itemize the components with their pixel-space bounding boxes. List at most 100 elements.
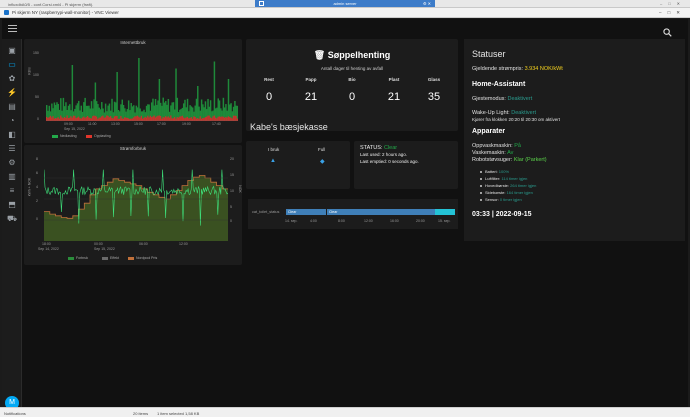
internet-chart-plot[interactable] bbox=[46, 51, 238, 121]
garbage-subtitle: Antall dager til henting av avfall bbox=[320, 66, 384, 71]
download-bar bbox=[227, 79, 230, 121]
upload-bar bbox=[166, 117, 168, 121]
upload-bar bbox=[104, 117, 107, 121]
cat-full-icon[interactable]: ◆ bbox=[320, 158, 325, 165]
y-tick: 150 bbox=[33, 51, 39, 55]
vnc-window-title: Pi skjerm NY (raspberrypi-wall-monitor) … bbox=[12, 10, 119, 15]
upload-bar bbox=[177, 117, 180, 121]
thermostat-icon[interactable]: ◔ bbox=[6, 115, 18, 127]
upload-bar bbox=[221, 116, 223, 121]
x-tick: 11:00 bbox=[88, 122, 97, 126]
robot-detail: Hovedbørste: 264 timer igjen bbox=[480, 183, 536, 188]
garbage-days-value: 21 bbox=[387, 91, 401, 103]
upload-bar bbox=[152, 116, 154, 121]
clipboard-icon[interactable]: ▥ bbox=[6, 171, 18, 183]
outer-window-controls[interactable]: –□✕ bbox=[660, 1, 686, 6]
download-bar bbox=[213, 61, 216, 121]
x-tick: 18:00 bbox=[42, 242, 51, 246]
garbage-title: 🗑 Søppelhenting bbox=[246, 50, 458, 61]
timeline-segment[interactable]: Clear bbox=[286, 209, 326, 215]
x-date: Sep 15, 2022 bbox=[94, 247, 115, 251]
in-use-label: I bruk bbox=[268, 147, 280, 152]
upload-bar bbox=[112, 118, 115, 121]
wake-up-light-note: Kjører fra klokken 20:20 til 20:30 om ak… bbox=[472, 117, 561, 122]
legend-item[interactable]: Opplasting bbox=[86, 134, 111, 138]
upload-bar bbox=[66, 115, 68, 121]
upload-bar bbox=[98, 117, 100, 121]
maximize-icon[interactable]: □ bbox=[668, 10, 677, 15]
upload-bar bbox=[95, 116, 98, 121]
wake-up-light[interactable]: Wake-Up Light: Deaktivert bbox=[472, 110, 536, 116]
ha-section-title: Home-Assistant bbox=[472, 81, 526, 88]
upload-bar bbox=[102, 115, 104, 121]
pet-icon[interactable]: ✿ bbox=[6, 73, 18, 85]
upload-bar bbox=[199, 116, 202, 121]
upload-bar bbox=[81, 117, 84, 121]
notifications-label[interactable]: Notifications bbox=[4, 411, 26, 416]
minimize-icon[interactable]: – bbox=[659, 10, 668, 15]
maximize-icon[interactable]: □ bbox=[668, 1, 676, 6]
download-bar bbox=[97, 104, 99, 121]
guest-mode[interactable]: Gjestemodus: Deaktivert bbox=[472, 96, 532, 102]
y-tick: 0 bbox=[36, 217, 38, 221]
upload-bar bbox=[106, 115, 108, 121]
legend-item[interactable]: Nordpool Pris bbox=[128, 256, 157, 260]
dishwasher-value: På bbox=[514, 143, 521, 149]
close-icon[interactable]: ✕ bbox=[677, 1, 686, 6]
upload-bar bbox=[130, 118, 132, 121]
upload-bar bbox=[57, 117, 59, 121]
legend-swatch bbox=[52, 134, 58, 138]
vnc-toolbar[interactable]: admin server ⚙ ✕ bbox=[255, 0, 435, 7]
explorer-status-bar: Notifications 20 items 1 item selected 1… bbox=[0, 407, 690, 417]
search-icon[interactable] bbox=[663, 24, 672, 37]
upload-bar bbox=[207, 115, 209, 121]
garbage-column-plast: Plast 21 bbox=[374, 77, 414, 103]
car-icon[interactable]: ◧ bbox=[6, 129, 18, 141]
lightning-icon[interactable]: ⚡ bbox=[6, 87, 18, 99]
timeline-segment-current[interactable] bbox=[435, 209, 455, 215]
legend-label: Nedlasting bbox=[60, 134, 77, 138]
upload-bar bbox=[220, 116, 222, 121]
legend-swatch bbox=[86, 134, 92, 138]
garbage-days-value: 35 bbox=[427, 91, 441, 103]
history-icon[interactable]: ☰ bbox=[6, 143, 18, 155]
x-tick: 17:00 bbox=[157, 122, 166, 126]
robot-detail: Sidebørste: 164 timer igjen bbox=[480, 190, 533, 195]
wake-up-light-label: Wake-Up Light: bbox=[472, 110, 510, 116]
upload-bar bbox=[60, 115, 62, 121]
radiator-icon[interactable]: ▤ bbox=[6, 101, 18, 113]
upload-bar bbox=[147, 115, 149, 121]
minimize-icon[interactable]: – bbox=[660, 1, 668, 6]
upload-bar bbox=[195, 118, 198, 121]
energy-icon[interactable]: ⚙ bbox=[6, 157, 18, 169]
y-tick-right: 0 bbox=[230, 219, 232, 223]
bullet-icon bbox=[480, 177, 482, 180]
pin-icon[interactable] bbox=[259, 1, 264, 6]
list-icon[interactable]: ≡ bbox=[6, 185, 18, 197]
cart-icon[interactable]: ⛟ bbox=[6, 213, 18, 225]
map-icon[interactable]: ⬒ bbox=[6, 199, 18, 211]
upload-bar bbox=[185, 117, 187, 121]
dishwasher-status: Oppvaskmaskin: På bbox=[472, 143, 521, 149]
vnc-window-controls[interactable]: –□✕ bbox=[659, 10, 686, 16]
menu-icon[interactable] bbox=[8, 24, 17, 33]
legend-item[interactable]: Effekt bbox=[102, 256, 119, 260]
monitor-icon[interactable]: ▭ bbox=[6, 59, 18, 71]
power-chart-plot[interactable] bbox=[44, 157, 228, 241]
upload-bar bbox=[69, 117, 71, 121]
cat-in-use-icon[interactable]: ▲ bbox=[270, 158, 276, 164]
garbage-column-rest: Rest 0 bbox=[249, 77, 289, 103]
chart-title: Internettbruk bbox=[120, 40, 146, 45]
close-icon[interactable]: ✕ bbox=[676, 10, 686, 15]
upload-bar bbox=[135, 116, 138, 121]
vnc-toolbar-tools[interactable]: ⚙ ✕ bbox=[423, 0, 431, 7]
overview-icon[interactable]: ▣ bbox=[6, 45, 18, 57]
legend-item[interactable]: Forbruk bbox=[68, 256, 88, 260]
litter-status-card: STATUS: Clear Last used: 2 hours ago. La… bbox=[354, 141, 458, 189]
chart-title: Strømforbruk bbox=[119, 146, 147, 151]
garbage-type-label: Glass bbox=[427, 77, 441, 82]
legend-item[interactable]: Nedlasting bbox=[52, 134, 77, 138]
upload-bar bbox=[163, 117, 166, 121]
upload-bar bbox=[79, 118, 81, 121]
timeline-segment[interactable]: Clear bbox=[327, 209, 435, 215]
